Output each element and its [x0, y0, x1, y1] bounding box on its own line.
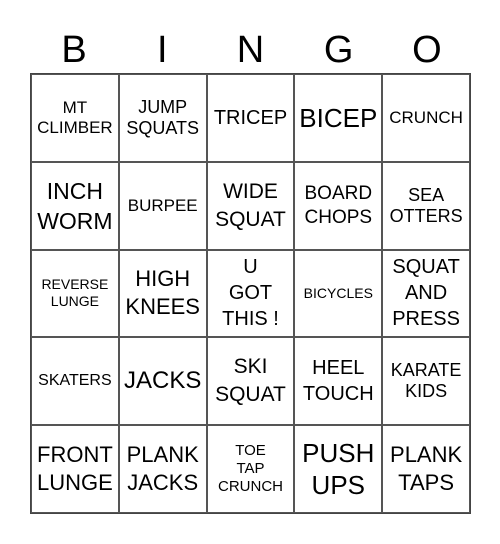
header-letter-g: G: [323, 29, 354, 71]
bingo-cell[interactable]: BOARD CHOPS: [294, 161, 383, 250]
bingo-cell[interactable]: SKI SQUAT: [206, 337, 295, 426]
bingo-cell[interactable]: BICEP: [294, 74, 383, 162]
bingo-cell[interactable]: KARATE KIDS: [382, 337, 470, 426]
bingo-cell[interactable]: CRUNCH: [382, 74, 470, 162]
bingo-cell[interactable]: TOE TAP CRUNCH: [206, 425, 295, 513]
bingo-cell[interactable]: SQUAT AND PRESS: [382, 249, 470, 338]
bingo-cell[interactable]: INCH WORM: [31, 161, 119, 250]
bingo-cell[interactable]: PLANK TAPS: [382, 425, 470, 513]
bingo-cell[interactable]: JACKS: [118, 337, 207, 426]
header-letter-n: N: [236, 29, 265, 71]
header-letter-i: I: [157, 29, 168, 71]
bingo-cell[interactable]: JUMP SQUATS: [118, 74, 207, 162]
bingo-cell[interactable]: FRONT LUNGE: [31, 425, 119, 513]
bingo-cell[interactable]: WIDE SQUAT: [206, 161, 295, 250]
bingo-cell[interactable]: HIGH KNEES: [118, 249, 207, 338]
bingo-cell[interactable]: PUSH UPS: [294, 425, 383, 513]
bingo-cell[interactable]: REVERSE LUNGE: [31, 249, 119, 338]
bingo-cell[interactable]: MT CLIMBER: [31, 74, 119, 162]
bingo-grid: MT CLIMBER JUMP SQUATS TRICEP BICEP CRUN…: [30, 73, 471, 514]
bingo-cell[interactable]: BICYCLES: [294, 249, 383, 338]
bingo-cell[interactable]: TRICEP: [206, 74, 295, 162]
bingo-cell[interactable]: BURPEE: [118, 161, 207, 250]
bingo-cell[interactable]: HEEL TOUCH: [294, 337, 383, 426]
bingo-cell[interactable]: SKATERS: [31, 337, 119, 426]
bingo-cell-free[interactable]: U GOT THIS !: [206, 249, 295, 338]
bingo-header: B I N G O: [30, 28, 471, 72]
bingo-cell[interactable]: PLANK JACKS: [118, 425, 207, 513]
bingo-cell[interactable]: SEA OTTERS: [382, 161, 470, 250]
header-letter-b: B: [61, 29, 87, 71]
header-letter-o: O: [412, 29, 442, 71]
